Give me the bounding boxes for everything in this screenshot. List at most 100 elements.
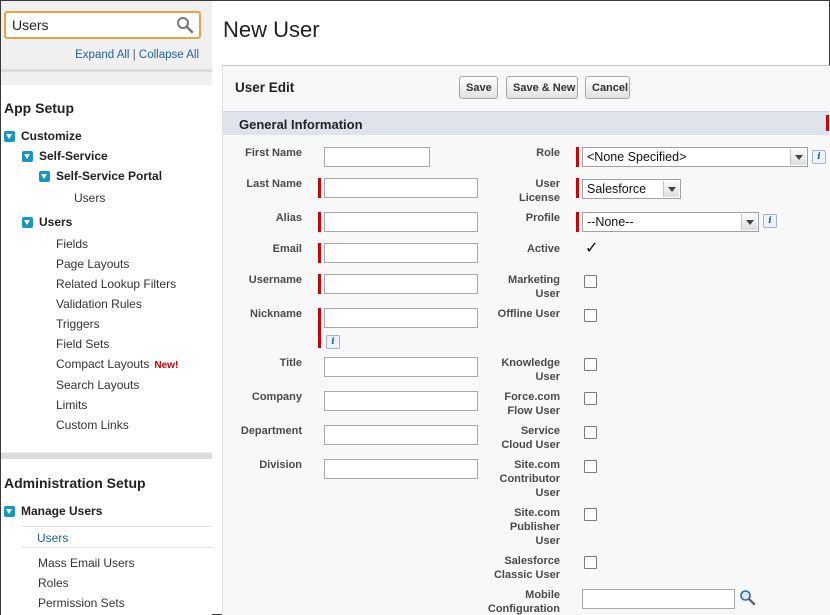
profile-select-value: --None--: [587, 215, 634, 229]
role-label: Role: [536, 147, 560, 159]
sidebar-item-custom-links[interactable]: Custom Links: [56, 418, 129, 432]
profile-select[interactable]: --None--: [582, 212, 759, 232]
last-name-field[interactable]: [324, 178, 478, 198]
sidebar-item-validation-rules[interactable]: Validation Rules: [56, 297, 142, 311]
app-setup-section: App Setup Customize Self-Service Self-Se…: [1, 85, 212, 452]
sidebar-item-triggers[interactable]: Triggers: [56, 317, 100, 331]
panel-title: User Edit: [235, 80, 295, 95]
first-name-field[interactable]: [324, 147, 430, 167]
alias-field[interactable]: [324, 212, 478, 232]
save-and-new-button[interactable]: Save & New: [506, 76, 578, 99]
service-cloud-user-checkbox[interactable]: [584, 426, 597, 439]
chevron-down-icon: [741, 214, 757, 230]
sidebar-item-mass-email-users[interactable]: Mass Email Users: [38, 556, 135, 570]
required-indicator: [826, 115, 829, 131]
sidebar-item-self-service-portal[interactable]: Self-Service Portal: [39, 168, 162, 184]
sidebar-item-fields[interactable]: Fields: [56, 237, 88, 251]
administration-setup-heading: Administration Setup: [4, 475, 146, 491]
quick-find-input[interactable]: [12, 16, 172, 34]
user-license-select-value: Salesforce: [587, 182, 647, 196]
search-icon[interactable]: [176, 16, 194, 34]
alias-label: Alias: [275, 212, 302, 224]
knowledge-user-checkbox[interactable]: [584, 358, 597, 371]
required-indicator: [318, 274, 321, 294]
section-title: General Information: [239, 117, 363, 132]
marketing-user-label: Marketing User: [508, 274, 560, 300]
required-indicator: [318, 178, 321, 198]
user-edit-panel: User Edit Save Save & New Cancel General…: [222, 65, 830, 615]
site-publisher-user-checkbox[interactable]: [584, 508, 597, 521]
sidebar-item-portal-users[interactable]: Users: [74, 191, 105, 205]
last-name-label: Last Name: [246, 178, 302, 190]
nickname-label: Nickname: [250, 308, 302, 320]
chevron-down-icon: [663, 181, 679, 197]
offline-user-label: Offline User: [497, 308, 560, 320]
cancel-button[interactable]: Cancel: [585, 76, 630, 99]
classic-user-label: Salesforce Classic User: [493, 555, 560, 581]
general-information-header: General Information: [223, 111, 829, 135]
offline-user-checkbox[interactable]: [584, 309, 597, 322]
info-icon[interactable]: i: [763, 214, 777, 228]
user-license-select[interactable]: Salesforce: [582, 179, 681, 199]
info-icon[interactable]: i: [326, 335, 340, 349]
info-icon[interactable]: i: [812, 150, 826, 164]
sidebar-item-permission-sets[interactable]: Permission Sets: [38, 596, 125, 610]
sidebar-item-search-layouts[interactable]: Search Layouts: [56, 378, 139, 392]
sidebar-item-label: Manage Users: [21, 504, 103, 518]
collapse-toggle-icon[interactable]: [22, 216, 33, 228]
sidebar-item-self-service[interactable]: Self-Service: [22, 148, 108, 164]
division-label: Division: [259, 459, 302, 471]
profile-label: Profile: [525, 212, 560, 224]
expand-all-link[interactable]: Expand All: [75, 49, 129, 61]
sidebar: Expand All | Collapse All App Setup Cust…: [1, 1, 212, 615]
sidebar-item-manage-users[interactable]: Manage Users: [4, 503, 102, 519]
title-field[interactable]: [324, 357, 478, 377]
sidebar-item-label: Compact Layouts: [56, 357, 150, 371]
app-setup-heading: App Setup: [4, 100, 74, 116]
first-name-label: First Name: [245, 147, 302, 159]
collapse-toggle-icon[interactable]: [4, 505, 15, 517]
division-field[interactable]: [324, 459, 478, 479]
email-field[interactable]: [324, 243, 478, 263]
site-publisher-user-label: Site.com Publisher User: [509, 507, 560, 547]
company-field[interactable]: [324, 391, 478, 411]
collapse-toggle-icon[interactable]: [4, 130, 15, 142]
user-license-label: User License: [519, 178, 560, 204]
sidebar-item-users-selected[interactable]: Users: [21, 526, 212, 548]
department-field[interactable]: [324, 425, 478, 445]
service-cloud-user-label: Service Cloud User: [501, 425, 560, 451]
required-indicator: [318, 243, 321, 263]
username-field[interactable]: [324, 274, 478, 294]
nickname-field[interactable]: [324, 308, 478, 328]
knowledge-user-label: Knowledge User: [501, 357, 560, 383]
active-check-icon[interactable]: ✓: [585, 238, 598, 257]
classic-user-checkbox[interactable]: [584, 556, 597, 569]
site-contributor-user-checkbox[interactable]: [584, 460, 597, 473]
sidebar-item-page-layouts[interactable]: Page Layouts: [56, 257, 129, 271]
sidebar-item-related-lookup-filters[interactable]: Related Lookup Filters: [56, 277, 176, 291]
save-button[interactable]: Save: [459, 76, 498, 99]
sidebar-item-label: Self-Service: [39, 149, 108, 163]
required-indicator: [318, 308, 321, 348]
role-select[interactable]: <None Specified>: [582, 147, 808, 167]
collapse-toggle-icon[interactable]: [39, 170, 50, 182]
lookup-icon[interactable]: [739, 589, 756, 606]
sidebar-item-field-sets[interactable]: Field Sets: [56, 337, 109, 351]
sidebar-item-label: Users: [37, 531, 69, 545]
collapse-all-link[interactable]: Collapse All: [139, 49, 199, 61]
sidebar-item-users-group[interactable]: Users: [22, 214, 72, 230]
required-indicator: [576, 212, 579, 232]
chevron-down-icon: [790, 149, 806, 165]
sidebar-item-label: Customize: [21, 129, 82, 143]
sidebar-item-compact-layouts[interactable]: Compact Layouts New!: [56, 357, 178, 371]
sidebar-item-roles[interactable]: Roles: [38, 576, 69, 590]
title-label: Title: [279, 357, 302, 369]
marketing-user-checkbox[interactable]: [584, 275, 597, 288]
collapse-toggle-icon[interactable]: [22, 150, 33, 162]
sidebar-item-customize[interactable]: Customize: [4, 128, 82, 144]
sidebar-item-label: Self-Service Portal: [56, 169, 163, 183]
sidebar-item-limits[interactable]: Limits: [56, 398, 87, 412]
mobile-configuration-field[interactable]: [582, 589, 735, 609]
flow-user-checkbox[interactable]: [584, 392, 597, 405]
department-label: Department: [240, 425, 302, 437]
